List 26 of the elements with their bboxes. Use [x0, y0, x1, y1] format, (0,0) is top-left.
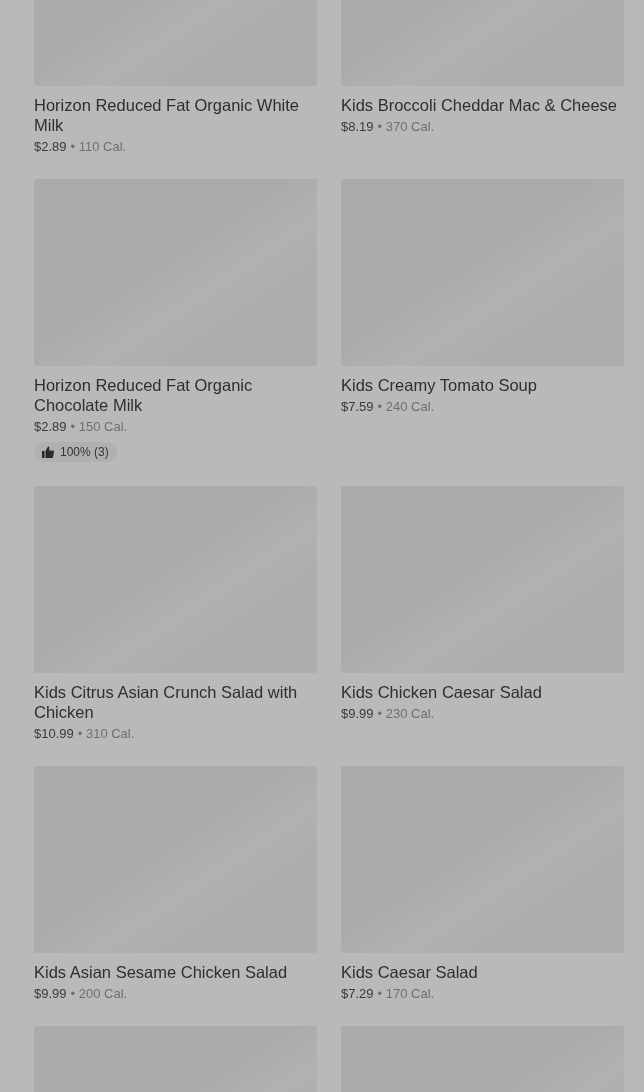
- item-calories: • 110 Cal.: [70, 138, 127, 155]
- item-price: $2.89: [34, 138, 67, 155]
- item-price: $7.59: [341, 398, 374, 415]
- item-calories: • 230 Cal.: [377, 705, 435, 722]
- item-price: $8.19: [341, 118, 374, 135]
- item-name: Kids Chicken Caesar Salad: [341, 682, 543, 702]
- item-price: $7.29: [341, 985, 374, 1002]
- item-name: Kids Broccoli Cheddar Mac & Cheese: [341, 95, 619, 115]
- rating-badge: 100% (3): [34, 442, 117, 462]
- item-price: $10.99: [34, 725, 74, 742]
- item-price: $2.89: [34, 418, 67, 435]
- item-calories: • 370 Cal.: [377, 118, 435, 135]
- item-calories: • 150 Cal.: [70, 418, 128, 435]
- item-name: Kids Asian Sesame Chicken Salad: [34, 962, 289, 982]
- item-name: Kids Citrus Asian Crunch Salad with Chicken: [34, 682, 299, 722]
- item-name: Horizon Reduced Fat Organic White Milk: [34, 95, 301, 135]
- thumbs-up-icon: [42, 446, 54, 458]
- item-price: $9.99: [34, 985, 67, 1002]
- item-calories: • 200 Cal.: [70, 985, 128, 1002]
- item-calories: • 310 Cal.: [77, 725, 135, 742]
- item-name: Horizon Reduced Fat Organic Chocolate Milk: [34, 375, 254, 415]
- item-price: $9.99: [341, 705, 374, 722]
- item-calories: • 170 Cal.: [377, 985, 435, 1002]
- item-name: Kids Creamy Tomato Soup: [341, 375, 538, 395]
- item-name: Kids Caesar Salad: [341, 962, 479, 982]
- item-calories: • 240 Cal.: [377, 398, 435, 415]
